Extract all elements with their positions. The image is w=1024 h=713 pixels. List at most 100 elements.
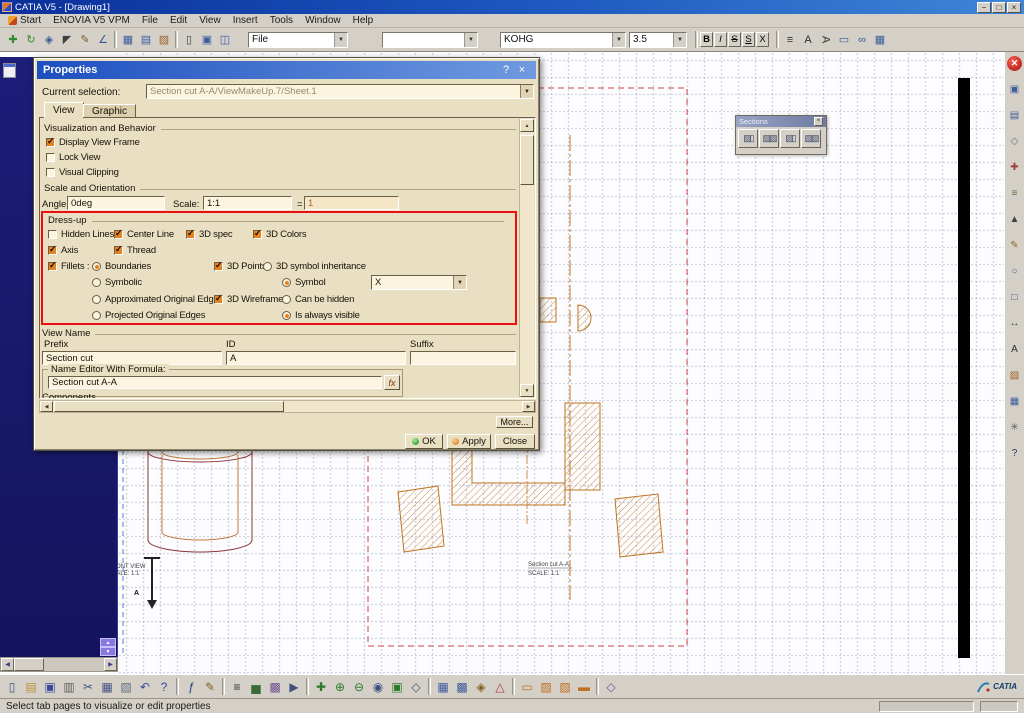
pan-icon[interactable]: ✚ [4,31,22,48]
strikethrough-button[interactable]: S [728,32,741,47]
orbit-icon[interactable]: ↻ [22,31,40,48]
tree-scroll-up-icon[interactable]: ▲ [100,638,116,647]
sheet-icon[interactable]: ▤ [1006,107,1023,123]
checkbox-fillets[interactable]: Fillets : [48,260,89,272]
tree-horizontal-scrollbar[interactable]: ◀ ▶ [0,657,118,672]
radio-approximated-edges[interactable]: Approximated Original Edges [92,294,223,305]
checkbox-thread[interactable]: Thread [114,244,156,256]
scroll-right-icon[interactable]: ▶ [522,401,535,412]
sheet-table-icon[interactable]: ▦ [119,31,137,48]
copy-icon[interactable]: ▦ [98,678,116,696]
section-caption[interactable]: Section cut A-A SCALE: 1:1 [528,562,572,577]
radio-projected-edges[interactable]: Projected Original Edges [92,310,205,321]
checkbox-center-line[interactable]: Center Line [114,228,174,240]
pattern-icon[interactable]: ▨ [537,678,555,696]
radio-symbolic[interactable]: Symbolic [92,277,142,288]
dialog-vertical-scrollbar[interactable]: ▲ ▼ [519,119,534,397]
scroll-down-icon[interactable]: ▼ [520,384,534,397]
align-icon[interactable]: ≡ [781,31,799,48]
new-icon[interactable]: ▯ [3,678,21,696]
scale-result-field[interactable] [304,196,399,210]
tab-graphic[interactable]: Graphic [83,104,137,117]
menu-enovia[interactable]: ENOVIA V5 VPM [47,14,136,27]
bold-button[interactable]: B [700,32,713,47]
views-icon[interactable]: ▣ [198,31,216,48]
bar-icon[interactable]: ▬ [575,678,593,696]
normal-view-icon[interactable]: ◇ [407,678,425,696]
compass-icon[interactable]: ◈ [472,678,490,696]
offset-section-button[interactable]: ▧▧ [801,129,821,148]
undo-icon[interactable]: ↶ [136,678,154,696]
black-bar[interactable] [958,78,970,658]
analysis-icon[interactable]: △ [491,678,509,696]
menu-edit[interactable]: Edit [164,14,193,27]
graphic-style-combo[interactable]: File ▼ [248,31,348,48]
tab-view[interactable]: View [44,102,84,118]
list-icon[interactable]: ≡ [228,678,246,696]
magnifier-icon[interactable]: ◉ [369,678,387,696]
snap-icon[interactable]: ▩ [453,678,471,696]
arrange-icon[interactable]: ◫ [216,31,234,48]
radio-is-always-visible[interactable]: Is always visible [282,310,360,321]
text-orient-a-icon[interactable]: A [799,31,817,48]
hatch-icon[interactable]: ▨ [1006,367,1023,383]
star-icon[interactable]: ✳ [1006,419,1023,435]
chevron-down-icon[interactable]: ▼ [612,32,625,47]
italic-button[interactable]: I [714,32,727,47]
name-editor-field[interactable] [48,376,382,389]
menu-insert[interactable]: Insert [227,14,264,27]
font-combo[interactable]: KOHG ▼ [500,31,626,48]
close-button[interactable]: Close [495,434,535,449]
close-button[interactable]: × [1007,1,1021,13]
grid-icon[interactable]: ▦ [434,678,452,696]
close-icon[interactable]: × [814,117,823,126]
prefix-field[interactable] [42,351,222,365]
minimize-button[interactable]: − [977,1,991,13]
suffix-field[interactable] [410,351,516,365]
close-icon[interactable]: × [514,64,530,76]
text-icon[interactable]: A [1006,341,1023,357]
id-field[interactable] [226,351,406,365]
wireframe-icon[interactable]: ◇ [1006,133,1023,149]
ruler-icon[interactable]: ≡ [1006,185,1023,201]
menu-window[interactable]: Window [299,14,347,27]
radio-can-be-hidden[interactable]: Can be hidden [282,294,354,305]
apply-button[interactable]: Apply [447,434,491,449]
print-icon[interactable]: ▥ [60,678,78,696]
more-button[interactable]: More... [496,416,533,428]
cut-icon[interactable]: ✂ [79,678,97,696]
scroll-right-icon[interactable]: ▶ [104,658,117,671]
text-style-combo[interactable]: ▼ [382,31,478,48]
pencil-icon[interactable]: ✎ [76,31,94,48]
tree-scroll-down-icon[interactable]: ▼ [100,647,116,656]
help-icon[interactable]: ? [1006,445,1023,461]
maximize-button[interactable]: □ [992,1,1006,13]
exit-workbench-icon[interactable]: ✕ [1007,56,1022,71]
select-icon[interactable]: ▲ [1006,211,1023,227]
table-icon[interactable]: ▦ [1006,393,1023,409]
chevron-down-icon[interactable]: ▼ [464,32,477,47]
superscript-button[interactable]: X [756,32,769,47]
scale-field[interactable] [203,196,292,210]
section-cut-button[interactable]: ▨▯ [738,129,758,148]
angle-field[interactable] [67,196,165,210]
chevron-down-icon[interactable]: ▼ [520,85,533,98]
scroll-left-icon[interactable]: ◀ [1,658,14,671]
checkbox-3d-spec[interactable]: 3D spec [186,228,233,240]
frame-icon[interactable]: ▭ [835,31,853,48]
compass-icon[interactable]: ◈ [40,31,58,48]
scroll-thumb[interactable] [520,135,534,185]
ok-button[interactable]: OK [405,434,443,449]
pan-icon[interactable]: ✚ [312,678,330,696]
measure-icon[interactable]: ∠ [94,31,112,48]
zoom-out-icon[interactable]: ⊖ [350,678,368,696]
insert-table-icon[interactable]: ▦ [871,31,889,48]
sections-palette-titlebar[interactable]: Sections × [736,116,826,127]
radio-boundaries[interactable]: Boundaries [92,261,151,272]
open-icon[interactable]: ▤ [22,678,40,696]
pointer-icon[interactable]: ◤ [58,31,76,48]
front-view[interactable] [147,441,253,553]
sketch-icon[interactable]: ✎ [1006,237,1023,253]
sections-palette[interactable]: Sections × ▨▯ ▨▨ ▧▯ ▧▧ [735,115,827,155]
current-selection-combo[interactable]: Section cut A-A/ViewMakeUp.7/Sheet.1 ▼ [146,84,534,99]
